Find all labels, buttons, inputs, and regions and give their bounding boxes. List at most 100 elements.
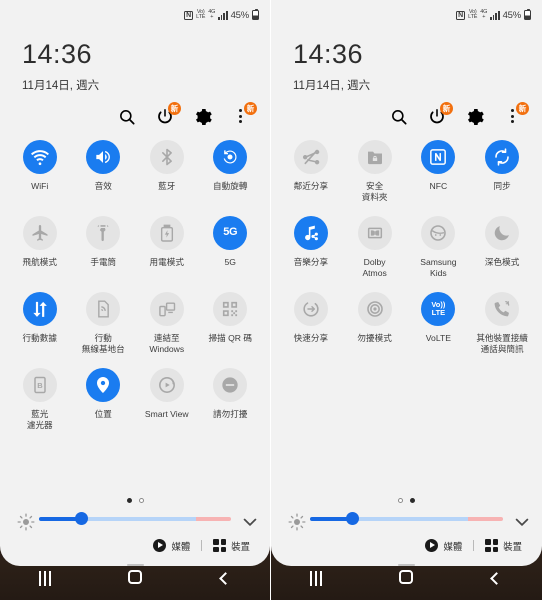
home-icon — [399, 569, 414, 584]
panel-drag-handle[interactable] — [398, 563, 415, 566]
nearby-share-off-icon — [293, 139, 328, 174]
chevron-down-icon[interactable] — [240, 512, 257, 526]
more-options-icon[interactable]: 新 — [503, 101, 529, 126]
page-dot[interactable] — [398, 497, 403, 503]
recents-button[interactable] — [288, 570, 344, 588]
quick-toggle-airplane[interactable]: 飛航模式 — [8, 215, 72, 292]
phone-panel-left: N Vo) LTE 4G +45% 14:36 11月14日, 週六新新 WiFi 音效 藍牙 自動… — [0, 0, 271, 600]
new-badge: 新 — [168, 101, 181, 115]
quick-toggle-location-pin[interactable]: 位置 — [72, 367, 136, 444]
quick-toggle-wifi[interactable]: WiFi — [8, 139, 72, 216]
brightness-knob[interactable] — [74, 512, 88, 526]
brightness-knob[interactable] — [345, 512, 359, 526]
sound-icon — [86, 139, 121, 174]
quick-toggle-label: 音樂分享 — [293, 256, 329, 267]
quick-toggle-five-g[interactable]: 5G 5G — [199, 215, 263, 292]
quick-toggle-label: 行動 無線基地台 — [81, 332, 125, 354]
quick-toggle-sync[interactable]: 同步 — [470, 139, 534, 216]
brightness-row — [0, 509, 270, 531]
mobile-hotspot-icon — [86, 291, 121, 326]
network-indicator-icon: Vo) LTE — [468, 9, 478, 20]
secure-folder-icon — [357, 139, 392, 174]
quick-toggle-label: 用電模式 — [149, 256, 184, 267]
search-icon[interactable] — [389, 107, 408, 126]
quick-toggle-blue-light-filter[interactable]: B 藍光 濾光器 — [8, 367, 72, 444]
quick-toggle-dolby-atmos[interactable]: Dolby Atmos — [343, 215, 407, 292]
chevron-down-icon[interactable] — [512, 512, 529, 526]
brightness-slider[interactable] — [39, 512, 231, 526]
media-button[interactable]: 媒體 — [425, 539, 462, 553]
quick-toggle-mobile-hotspot[interactable]: 行動 無線基地台 — [72, 291, 136, 368]
settings-gear-icon[interactable] — [465, 107, 484, 126]
more-options-icon[interactable]: 新 — [231, 101, 257, 126]
quick-toggle-power-mode[interactable]: 用電模式 — [135, 215, 199, 292]
quick-toggle-link-to-windows[interactable]: 連結至 Windows — [135, 291, 199, 368]
quick-toggle-quick-share[interactable]: 快速分享 — [279, 291, 343, 368]
battery-percent-label: 45% — [502, 9, 522, 21]
quick-toggle-dnd-mode[interactable]: 勿擾模式 — [343, 291, 407, 368]
quick-toggle-label: 同步 — [493, 180, 511, 191]
network-indicator-icon: Vo) LTE — [196, 9, 206, 20]
devices-button[interactable]: 裝置 — [213, 539, 250, 553]
quick-toggle-bluetooth[interactable]: 藍牙 — [135, 139, 199, 216]
call-continuity-icon — [485, 291, 520, 326]
quick-toggle-do-not-disturb[interactable]: 請勿打擾 — [199, 367, 263, 444]
quick-toggle-label: 自動旋轉 — [213, 180, 248, 191]
devices-grid-icon — [213, 539, 227, 553]
quick-toggle-nearby-share-off[interactable]: 鄰近分享 — [279, 139, 343, 216]
quick-toggle-label: NFC — [429, 180, 448, 191]
new-badge: 新 — [516, 101, 529, 115]
quick-toggle-qr-scan[interactable]: 掃描 QR 碼 — [199, 291, 263, 368]
quick-toggle-label: 音效 — [94, 180, 112, 191]
quick-toggle-nfc[interactable]: NFC — [407, 139, 471, 216]
media-label: 媒體 — [171, 540, 191, 552]
devices-button[interactable]: 裝置 — [485, 539, 522, 553]
media-button[interactable]: 媒體 — [153, 539, 190, 553]
quick-toggle-label: 快速分享 — [293, 332, 329, 343]
quick-toggle-secure-folder[interactable]: 安全 資料夾 — [343, 139, 407, 216]
page-dot[interactable] — [138, 497, 144, 503]
search-icon[interactable] — [117, 107, 136, 126]
quick-toggle-auto-rotate[interactable]: 自動旋轉 — [199, 139, 263, 216]
power-icon[interactable]: 新 — [155, 101, 181, 126]
brightness-slider[interactable] — [310, 512, 503, 526]
quick-toggle-label: 請勿打擾 — [213, 408, 248, 419]
link-to-windows-icon — [149, 291, 184, 326]
quick-toggle-volte[interactable]: Vo)) LTE VoLTE — [407, 291, 471, 368]
dnd-mode-icon — [357, 291, 392, 326]
mobile-data-icon — [22, 291, 57, 326]
media-label: 媒體 — [443, 540, 463, 552]
quick-toggle-flashlight[interactable]: 手電筒 — [72, 215, 136, 292]
new-badge: 新 — [244, 101, 257, 115]
home-button[interactable] — [378, 569, 434, 589]
recents-icon — [38, 570, 53, 588]
power-mode-icon — [149, 215, 184, 250]
quick-toggle-call-continuity[interactable]: 其他裝置接續 通話與簡訊 — [470, 291, 534, 368]
quick-toggle-mobile-data[interactable]: 行動數據 — [8, 291, 72, 368]
quick-toggle-smart-view[interactable]: Smart View — [135, 367, 199, 444]
power-icon[interactable]: 新 — [427, 101, 453, 126]
quick-share-icon — [293, 291, 328, 326]
back-button[interactable] — [197, 570, 253, 588]
quick-toggle-label: 安全 資料夾 — [361, 180, 388, 202]
quick-toggle-music-share[interactable]: 音樂分享 — [279, 215, 343, 292]
home-button[interactable] — [107, 569, 163, 589]
brightness-rest — [81, 516, 197, 521]
brightness-icon — [16, 512, 35, 531]
recents-button[interactable] — [17, 570, 73, 588]
blue-light-filter-icon: B — [22, 367, 57, 402]
back-button[interactable] — [469, 570, 525, 588]
quick-toggle-label: 行動數據 — [22, 332, 57, 343]
page-dot[interactable] — [410, 497, 415, 503]
nfc-status-icon: N — [184, 10, 194, 20]
page-indicator — [271, 496, 542, 509]
quick-toggle-dark-mode[interactable]: 深色模式 — [470, 215, 534, 292]
quick-toggle-sound[interactable]: 音效 — [72, 139, 136, 216]
page-dot[interactable] — [126, 497, 132, 503]
samsung-kids-icon — [421, 215, 456, 250]
settings-gear-icon[interactable] — [193, 107, 212, 126]
panel-drag-handle[interactable] — [126, 563, 144, 566]
play-icon — [153, 539, 167, 553]
dual-screenshot: N Vo) LTE 4G +45% 14:36 11月14日, 週六新新 WiFi 音效 藍牙 自動… — [0, 0, 542, 600]
quick-toggle-samsung-kids[interactable]: Samsung Kids — [407, 215, 471, 292]
